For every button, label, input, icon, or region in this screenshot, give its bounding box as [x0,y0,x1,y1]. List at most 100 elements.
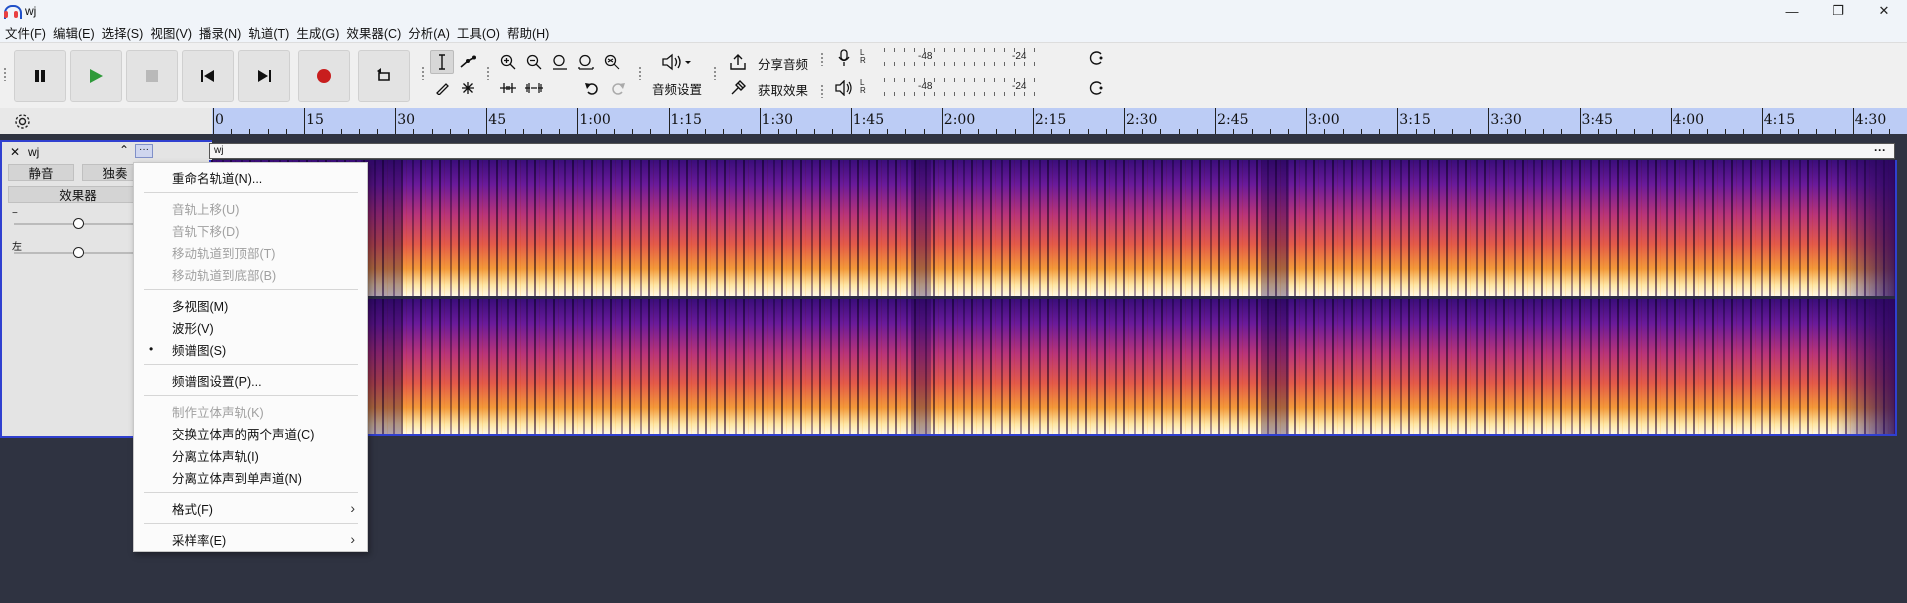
menu-tracks[interactable]: 轨道(T) [247,23,295,42]
trim-audio-icon[interactable] [496,76,520,100]
menu-view[interactable]: 视图(V) [149,23,198,42]
menu-transport[interactable]: 播录(N) [198,23,247,42]
clip-header[interactable]: wj ··· [209,143,1895,159]
timeline-ruler[interactable]: 0 15 30 45 1:00 1:15 1:30 1:45 2:00 2:15 2:30 2:45 3… [212,108,1907,134]
timeline-minor-tick [796,129,798,134]
record-meter[interactable]: LR -48 -24 [856,46,1106,70]
skip-to-end-button[interactable] [238,50,290,102]
timeline-minor-tick [358,129,360,134]
menu-help[interactable]: 帮助(H) [506,23,555,42]
redo-icon[interactable] [606,76,630,100]
menu-analyze[interactable]: 分析(A) [407,23,456,42]
timeline-minor-tick [1524,129,1526,134]
menu-generate[interactable]: 生成(G) [295,23,345,42]
speaker-icon[interactable] [832,76,856,100]
zoom-toggle-icon[interactable] [600,50,624,74]
context-menu-item[interactable]: 波形(V) [134,316,367,338]
record-icon [317,69,331,83]
selection-tool-icon[interactable] [430,50,454,74]
loop-button[interactable] [358,50,410,102]
minimize-button[interactable]: — [1769,0,1815,22]
timeline-major-tick [1670,108,1672,134]
loop-icon [377,68,390,81]
timeline-label: 2:00 [943,112,976,128]
toolbar-grip[interactable] [638,66,643,80]
menu-file[interactable]: 文件(F) [4,23,52,42]
toolbar-grip[interactable] [820,84,825,98]
toolbar-grip[interactable] [3,67,8,81]
timeline-minor-tick [540,129,542,134]
toolbar-grip[interactable] [486,66,491,80]
clip-menu-icon[interactable]: ··· [1874,143,1886,157]
menu-item-label: 分离立体声到单声道(N) [172,471,302,486]
context-menu-item[interactable]: 频谱图设置(P)... [134,369,367,391]
effects-button[interactable]: 效果器 [8,186,148,203]
zoom-in-icon[interactable] [496,50,520,74]
menu-item-label: 格式(F) [172,502,213,517]
context-menu-item[interactable]: 多视图(M) [134,294,367,316]
play-button[interactable] [70,50,122,102]
toolbar-grip[interactable] [713,66,718,80]
timeline-settings-gear-icon[interactable] [14,113,31,130]
fit-project-icon[interactable] [574,50,598,74]
fit-selection-icon[interactable] [548,50,572,74]
timeline-label: 30 [397,112,416,128]
timeline-minor-tick [1561,129,1563,134]
timeline-minor-tick [559,129,561,134]
gain-minus-label: − [12,208,18,219]
silence-audio-icon[interactable] [522,76,546,100]
timeline-minor-tick [431,129,433,134]
toolbar-grip[interactable] [820,52,825,66]
context-menu-item[interactable]: 分离立体声轨(I) [134,444,367,466]
close-track-icon[interactable]: ✕ [10,145,20,159]
context-menu-item[interactable]: 采样率(E) › [134,528,367,550]
pause-button[interactable] [14,50,66,102]
draw-tool-icon[interactable] [430,76,454,100]
clip-name[interactable]: wj [214,145,223,156]
mute-button[interactable]: 静音 [8,164,74,181]
close-button[interactable]: ✕ [1861,0,1907,22]
context-menu-item[interactable]: 交换立体声的两个声道(C) [134,422,367,444]
menu-select[interactable]: 选择(S) [101,23,150,42]
undo-icon[interactable] [580,76,604,100]
share-audio-label[interactable]: 分享音频 [758,54,808,73]
zoom-out-icon[interactable] [522,50,546,74]
title-bar: wj — ❐ ✕ [0,0,1907,22]
spectrogram-left-channel[interactable] [211,160,1895,296]
playback-meter[interactable]: LR -48 -24 [856,76,1106,100]
get-effects-icon[interactable] [726,76,750,100]
track-context-menu: 重命名轨道(N)... 音轨上移(U) 音轨下移(D) 移动轨道到顶部(T) 移动轨道到… [133,162,368,552]
menu-item-label: 频谱图设置(P)... [172,374,262,389]
timeline-label: 15 [306,112,324,128]
spectrogram-right-channel[interactable] [211,299,1895,434]
record-button[interactable] [298,50,350,102]
spectrogram-view[interactable] [209,160,1897,436]
context-menu-item[interactable]: 重命名轨道(N)... [134,166,367,188]
menu-tools[interactable]: 工具(O) [456,23,506,42]
context-menu-item[interactable]: • 频谱图(S) [134,338,367,360]
timeline-label: 45 [488,112,507,128]
menu-edit[interactable]: 编辑(E) [52,23,101,42]
pan-slider-thumb[interactable] [73,247,84,258]
skip-to-start-button[interactable] [182,50,234,102]
collapse-track-icon[interactable]: ⌃ [119,143,129,157]
envelope-tool-icon[interactable] [456,50,480,74]
maximize-button[interactable]: ❐ [1815,0,1861,22]
timeline-minor-tick [1433,129,1435,134]
timeline-minor-tick [1451,129,1453,134]
multi-tool-icon[interactable] [456,76,480,100]
context-menu-item[interactable]: 格式(F) › [134,497,367,519]
gain-slider-thumb[interactable] [73,218,84,229]
menu-effect[interactable]: 效果器(C) [345,23,407,42]
audio-setup-icon[interactable] [656,50,696,74]
microphone-icon[interactable] [832,46,856,70]
audio-setup-label[interactable]: 音频设置 [652,79,702,98]
track-menu-button[interactable]: ··· [135,144,153,158]
stop-button[interactable] [126,50,178,102]
share-upload-icon[interactable] [726,50,750,74]
timeline-minor-tick [1816,129,1818,134]
toolbar-grip[interactable] [421,66,426,80]
get-effects-label[interactable]: 获取效果 [758,80,808,99]
context-menu-item[interactable]: 分离立体声到单声道(N) [134,466,367,488]
track-name[interactable]: wj [28,145,39,159]
